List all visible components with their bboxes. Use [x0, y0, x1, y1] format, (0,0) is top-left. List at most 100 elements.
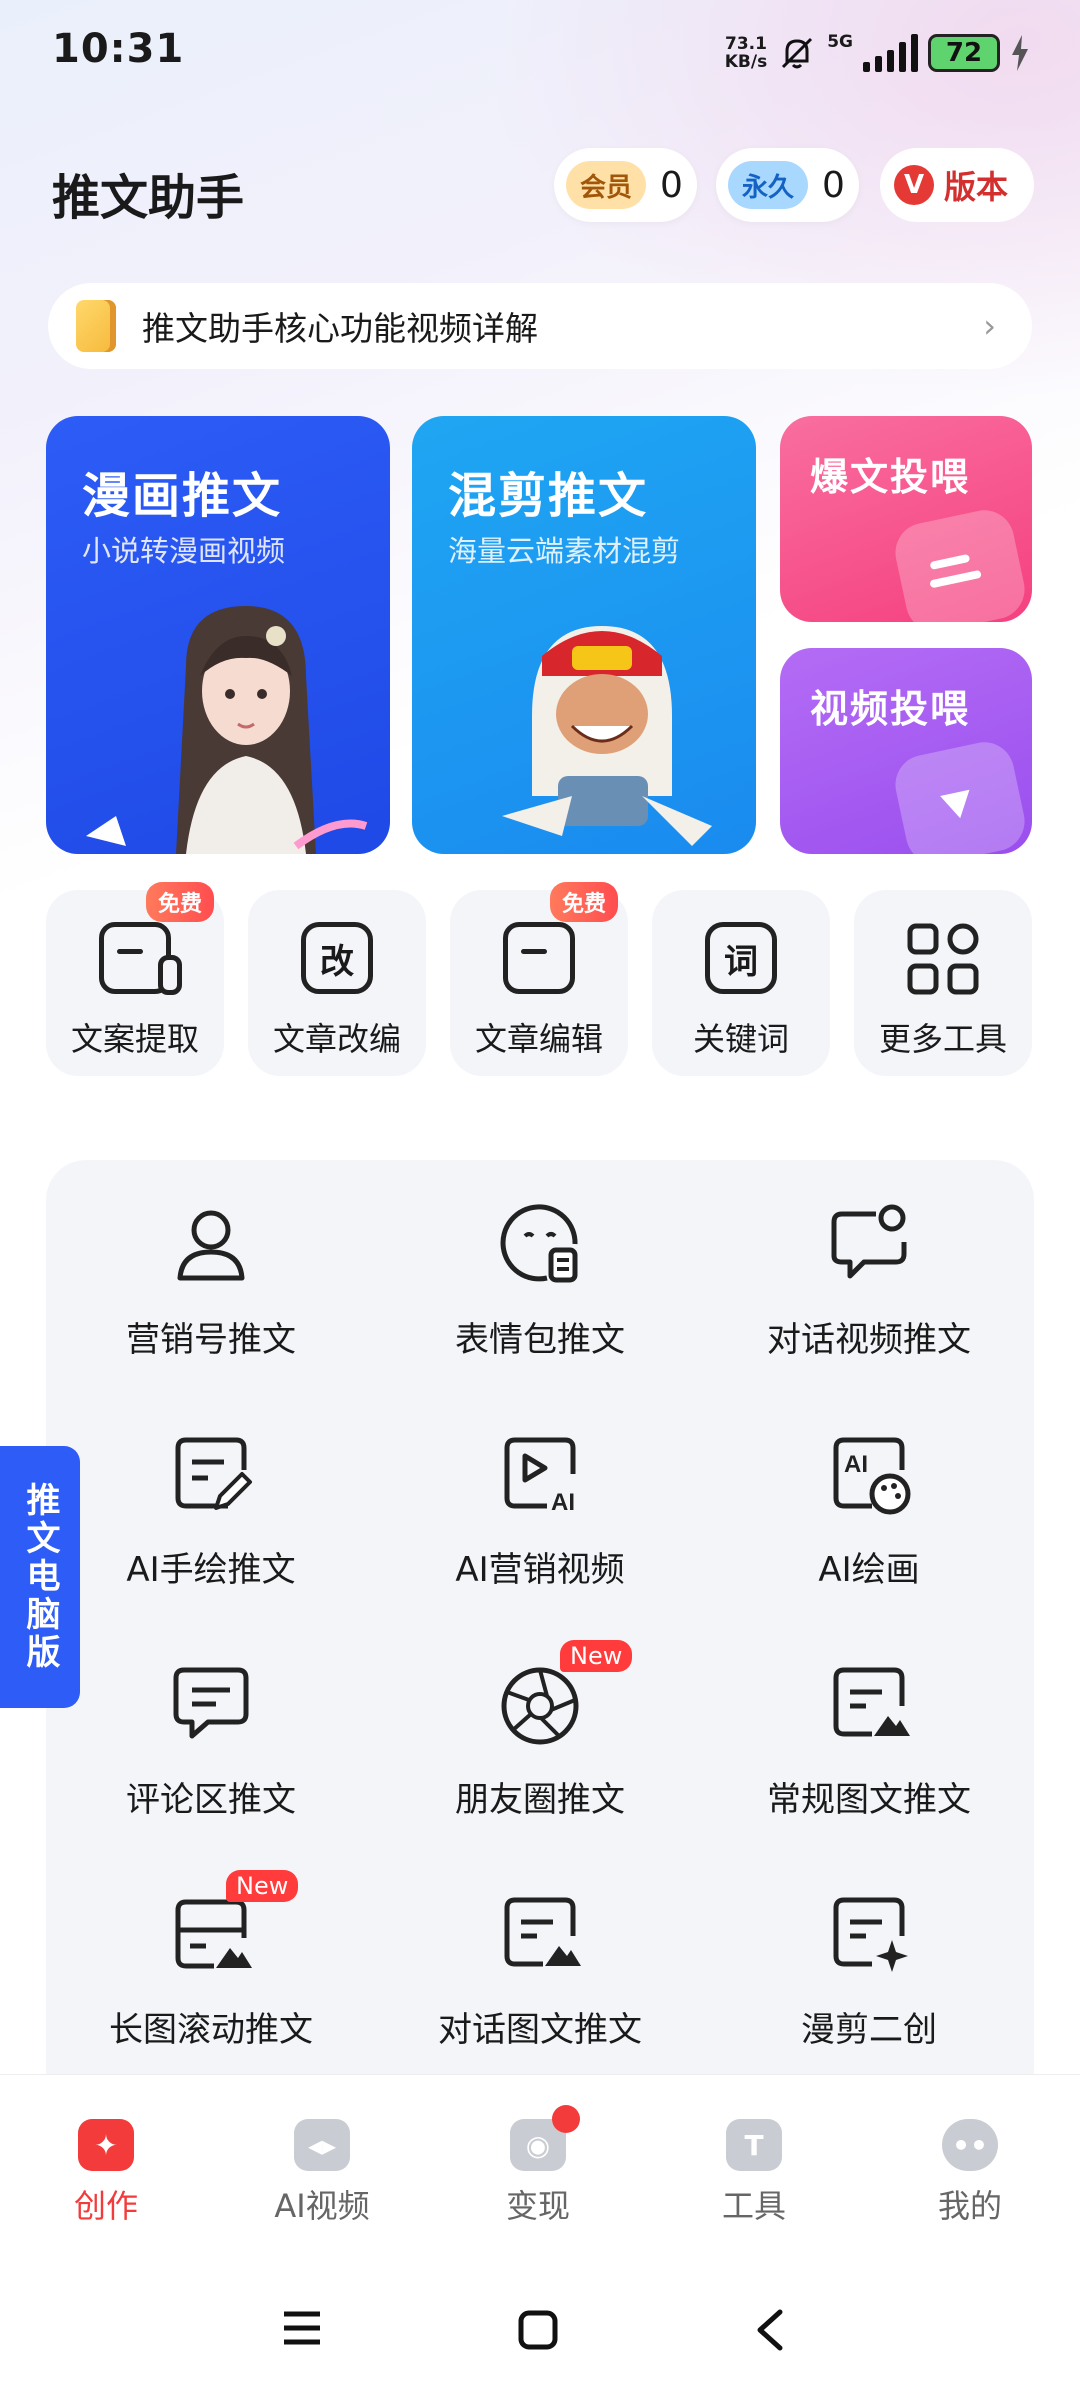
app-title: 推文助手 [52, 170, 245, 226]
nav-create[interactable]: ✦ 创作 [6, 2119, 206, 2227]
cartoon-boy-illustration [502, 626, 712, 846]
forever-pill[interactable]: 永久 0 [716, 148, 859, 222]
card-comic-tweet[interactable]: 漫画推文 小说转漫画视频 [46, 416, 390, 854]
grid-item-ai-handdrawn[interactable]: AI手绘推文 [46, 1390, 376, 1620]
tool-label: 文案提取 [70, 1020, 199, 1058]
menu-icon[interactable] [282, 2310, 322, 2346]
nav-label: 工具 [721, 2187, 786, 2225]
member-count: 0 [660, 164, 683, 206]
nav-ai-video[interactable]: ◂▸ AI视频 [222, 2119, 422, 2227]
long-image-icon [175, 1899, 252, 1969]
rewrite-icon: 改 [301, 922, 373, 994]
ai-video-icon: AI [504, 1437, 576, 1516]
grid-item-dialog-image-tweet[interactable]: 对话图文推文 [375, 1850, 705, 2080]
new-badge: New [226, 1870, 299, 1902]
card-video-feed[interactable]: 视频投喂 [780, 648, 1032, 854]
monetize-icon: ◉ [510, 2105, 580, 2171]
member-tag: 会员 [566, 161, 647, 209]
image-doc-icon [833, 1667, 910, 1737]
forever-count: 0 [822, 164, 845, 206]
aperture-icon [501, 1667, 579, 1745]
person-icon [177, 1210, 245, 1281]
edit-doc-icon [503, 922, 575, 994]
grid-item-label: 常规图文推文 [767, 1780, 971, 1820]
tool-copy-extract[interactable]: 免费 文案提取 [46, 882, 224, 1076]
version-v-icon: V [894, 165, 934, 205]
card-title: 爆文投喂 [810, 455, 971, 499]
grid-item-comic-remix[interactable]: 漫剪二创 [704, 1850, 1034, 2080]
signal-5g: 5G [827, 32, 853, 52]
nav-label: AI视频 [274, 2187, 370, 2225]
forever-tag: 永久 [728, 161, 809, 209]
tool-article-rewrite[interactable]: 改 文章改编 [248, 890, 426, 1076]
ai-video-nav-icon: ◂▸ [294, 2119, 350, 2171]
signal-bars-icon [863, 34, 918, 72]
card-title: 漫画推文 [82, 468, 283, 524]
nav-profile[interactable]: •• 我的 [870, 2119, 1070, 2227]
status-time: 10:31 [52, 26, 185, 72]
grid-item-ai-marketing-video[interactable]: AI AI营销视频 [375, 1390, 705, 1620]
chat-bubble-icon [831, 1204, 907, 1279]
home-icon[interactable] [518, 2310, 558, 2350]
grid-item-dialog-video-tweet[interactable]: 对话视频推文 [704, 1160, 1034, 1390]
grid-item-label: 对话视频推文 [767, 1320, 971, 1360]
card-mix-tweet[interactable]: 混剪推文 海量云端素材混剪 [412, 416, 756, 854]
create-icon: ✦ [78, 2119, 134, 2171]
grid-item-label: 朋友圈推文 [455, 1780, 625, 1820]
nav-label: 创作 [73, 2187, 138, 2225]
net-speed: 73.1 KB/s [724, 34, 768, 72]
tool-label: 更多工具 [878, 1020, 1007, 1058]
comment-icon [173, 1667, 249, 1739]
notice-text: 推文助手核心功能视频详解 [142, 309, 538, 348]
grid-item-label: 长图滚动推文 [109, 2010, 313, 2050]
play-decoration-icon [889, 736, 1031, 854]
tool-keyword[interactable]: 词 关键词 [652, 890, 830, 1076]
grid-item-label: AI绘画 [818, 1550, 920, 1590]
tool-more[interactable]: 更多工具 [854, 890, 1032, 1076]
free-badge: 免费 [145, 882, 214, 922]
card-title: 视频投喂 [810, 687, 971, 731]
grid-item-long-image-tweet[interactable]: New 长图滚动推文 [46, 1850, 376, 2080]
charging-bolt-icon [1012, 35, 1028, 71]
grid-item-label: 漫剪二创 [801, 2010, 937, 2050]
nav-label: 变现 [505, 2187, 570, 2225]
grid-item-comment-tweet[interactable]: 评论区推文 [46, 1620, 376, 1850]
tools-icon: T [726, 2119, 782, 2171]
tool-article-edit[interactable]: 免费 文章编辑 [450, 882, 628, 1076]
version-label: 版本 [944, 168, 1009, 206]
back-icon[interactable] [754, 2308, 784, 2352]
tool-label: 关键词 [692, 1020, 789, 1058]
nav-monetize[interactable]: ◉ 变现 [438, 2105, 638, 2227]
side-tab-desktop-version[interactable]: 推文电脑版 [0, 1446, 80, 1708]
grid-item-label: AI手绘推文 [126, 1550, 296, 1590]
book-icon [76, 300, 116, 352]
grid-item-emoji-tweet[interactable]: 表情包推文 [375, 1160, 705, 1390]
notice-bar[interactable]: 推文助手核心功能视频详解 › [48, 283, 1032, 369]
mute-bell-icon [782, 37, 813, 69]
member-pill[interactable]: 会员 0 [554, 148, 697, 222]
status-icons: 73.1 KB/s 5G 72 [725, 28, 1030, 78]
version-button[interactable]: V 版本 [880, 148, 1034, 222]
pen-doc-icon [175, 1437, 252, 1510]
grid-item-ai-painting[interactable]: AI AI绘画 [704, 1390, 1034, 1620]
grid-item-marketing-tweet[interactable]: 营销号推文 [46, 1160, 376, 1390]
grid-item-regular-image-tweet[interactable]: 常规图文推文 [704, 1620, 1034, 1850]
system-navigation-bar [0, 2260, 1080, 2400]
ai-palette-icon: AI [833, 1437, 911, 1515]
grid-item-label: 表情包推文 [455, 1320, 625, 1360]
keyword-icon: 词 [705, 922, 777, 994]
grid-item-label: AI营销视频 [455, 1550, 625, 1590]
feed-decoration-icon [889, 504, 1031, 622]
nav-label: 我的 [937, 2187, 1002, 2225]
profile-icon: •• [942, 2119, 998, 2171]
card-subtitle: 小说转漫画视频 [82, 534, 286, 568]
tool-label: 文章编辑 [474, 1020, 603, 1058]
grid-item-label: 对话图文推文 [438, 2010, 642, 2050]
dialog-image-icon [504, 1897, 581, 1967]
svg-text:AI: AI [551, 1489, 575, 1516]
new-badge: New [560, 1640, 633, 1672]
card-article-feed[interactable]: 爆文投喂 [780, 416, 1032, 622]
nav-tools[interactable]: T 工具 [654, 2119, 854, 2227]
grid-item-moments-tweet[interactable]: New 朋友圈推文 [375, 1620, 705, 1850]
sparkle-doc-icon [833, 1897, 908, 1972]
